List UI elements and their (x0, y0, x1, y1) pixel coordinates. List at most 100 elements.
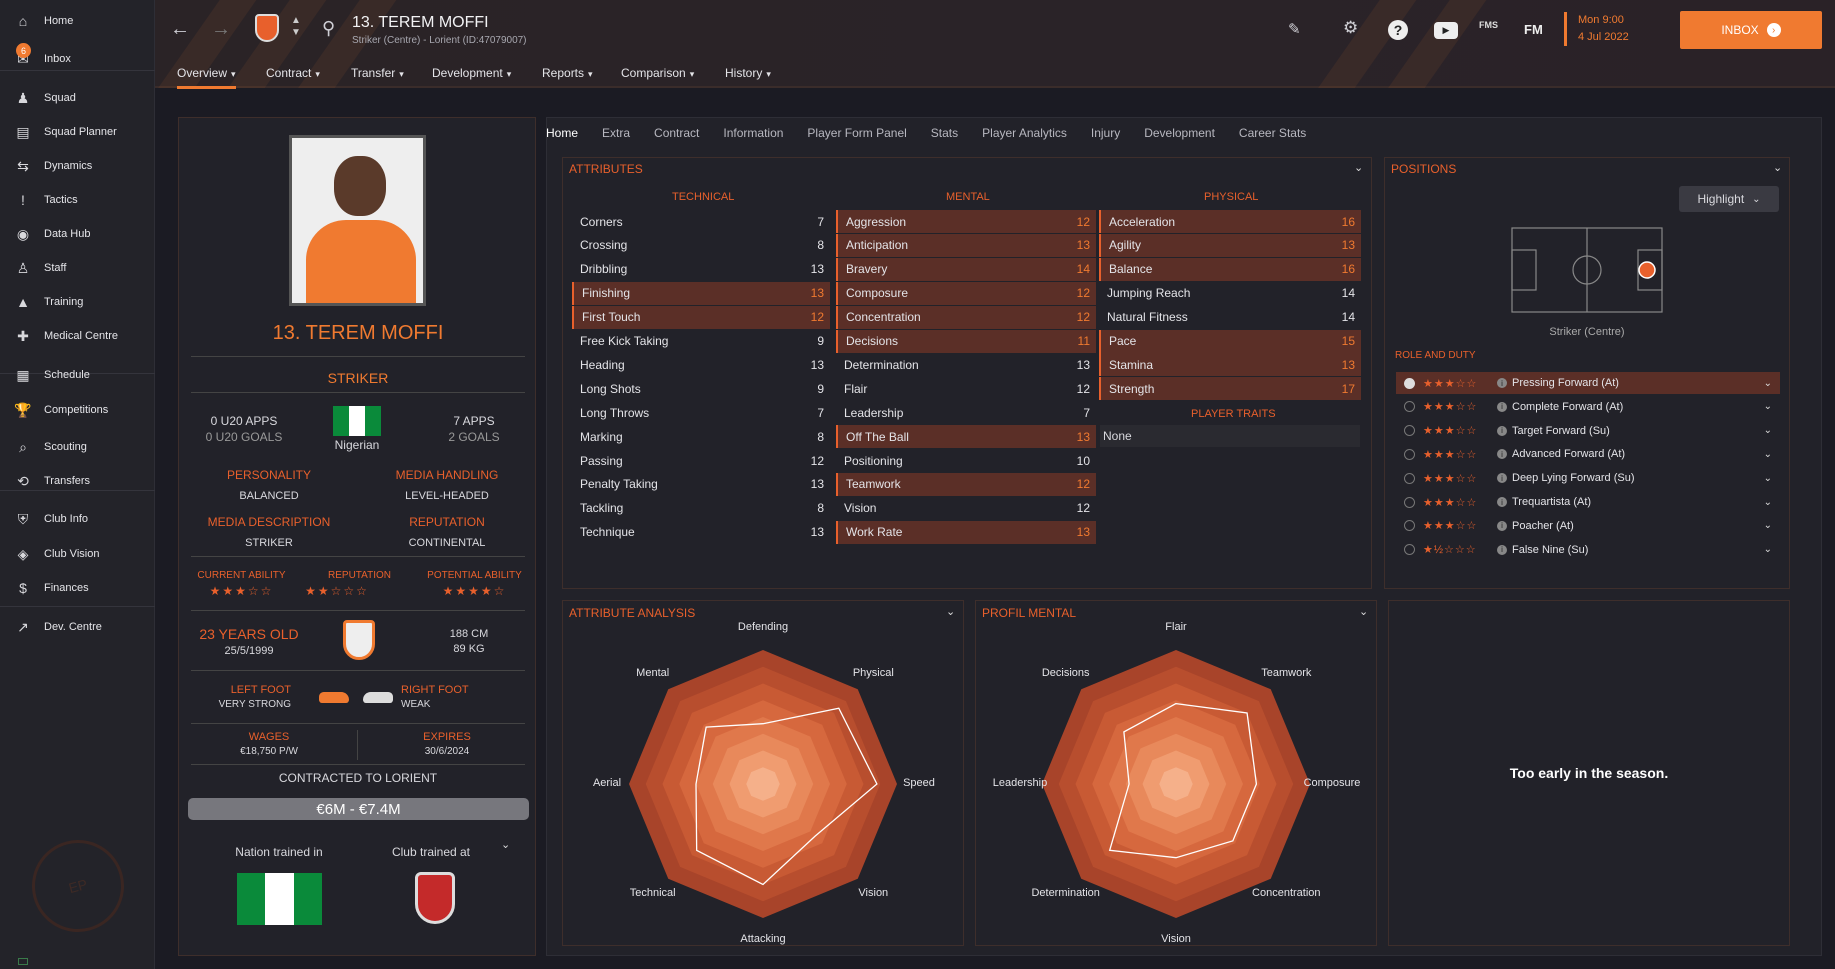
tab-player-form-panel[interactable]: Player Form Panel (807, 126, 906, 152)
sidebar-item-scouting[interactable]: ⌕ Scouting (0, 432, 155, 462)
attribute-row[interactable]: Heading 13 (572, 353, 830, 376)
menu-contract[interactable]: Contract ▾ (266, 66, 320, 80)
attribute-row[interactable]: Long Throws 7 (572, 401, 830, 424)
sidebar-item-competitions[interactable]: 🏆 Competitions (0, 395, 155, 425)
sidebar-item-schedule[interactable]: ▦ Schedule (0, 360, 155, 390)
value-bar[interactable]: €6M - €7.4M (188, 798, 529, 820)
tab-information[interactable]: Information (723, 126, 783, 152)
role-row[interactable]: ★★★☆☆ i Target Forward (Su) ⌄ (1396, 420, 1780, 442)
role-radio[interactable] (1404, 520, 1415, 532)
attribute-row[interactable]: Tackling 8 (572, 497, 830, 520)
info-icon[interactable]: i (1497, 544, 1507, 555)
attribute-row[interactable]: Decisions 11 (836, 329, 1096, 353)
tab-contract[interactable]: Contract (654, 126, 699, 152)
attribute-row[interactable]: Determination 13 (836, 353, 1096, 376)
chevron-down-icon[interactable]: ⌄ (1764, 378, 1772, 389)
attribute-row[interactable]: Passing 12 (572, 449, 830, 472)
role-radio[interactable] (1404, 496, 1415, 508)
menu-comparison[interactable]: Comparison ▾ (621, 66, 694, 80)
youtube-icon[interactable]: ▶ (1434, 22, 1458, 39)
info-icon[interactable]: i (1497, 449, 1507, 460)
attribute-row[interactable]: Technique 13 (572, 521, 830, 544)
sidebar-item-staff[interactable]: ♙ Staff (0, 253, 155, 283)
attribute-row[interactable]: Penalty Taking 13 (572, 473, 830, 496)
inbox-button[interactable]: INBOX › (1680, 11, 1822, 49)
attribute-row[interactable]: Finishing 13 (572, 281, 830, 305)
player-switch-icon[interactable]: ▲ ▼ (291, 15, 301, 39)
fms-icon[interactable]: FMS (1479, 20, 1498, 30)
highlight-dropdown[interactable]: Highlight ⌄ (1679, 186, 1779, 212)
role-radio[interactable] (1404, 377, 1415, 389)
chevron-down-icon[interactable]: ⌄ (1764, 473, 1772, 484)
chevron-down-icon[interactable]: ⌄ (1764, 401, 1772, 412)
tab-stats[interactable]: Stats (931, 126, 958, 152)
attributes-chevron-icon[interactable]: ⌄ (1354, 161, 1363, 174)
analysis-chevron-icon[interactable]: ⌄ (946, 605, 955, 618)
role-row[interactable]: ★★★☆☆ i Poacher (At) ⌄ (1396, 515, 1780, 537)
attribute-row[interactable]: Vision 12 (836, 497, 1096, 520)
attribute-row[interactable]: Work Rate 13 (836, 520, 1096, 544)
tab-home[interactable]: Home (546, 126, 578, 152)
menu-development[interactable]: Development ▾ (432, 66, 511, 80)
fm-icon[interactable]: FM (1524, 22, 1543, 37)
chevron-down-icon[interactable]: ⌄ (1764, 497, 1772, 508)
role-row[interactable]: ★★★☆☆ i Trequartista (At) ⌄ (1396, 491, 1780, 513)
tab-player-analytics[interactable]: Player Analytics (982, 126, 1067, 152)
mental-chevron-icon[interactable]: ⌄ (1359, 605, 1368, 618)
role-radio[interactable] (1404, 448, 1415, 460)
tab-extra[interactable]: Extra (602, 126, 630, 152)
menu-reports[interactable]: Reports ▾ (542, 66, 593, 80)
info-icon[interactable]: i (1497, 497, 1507, 507)
tab-injury[interactable]: Injury (1091, 126, 1120, 152)
attribute-row[interactable]: Dribbling 13 (572, 258, 830, 281)
attribute-row[interactable]: Jumping Reach 14 (1099, 282, 1361, 305)
attribute-row[interactable]: Bravery 14 (836, 257, 1096, 281)
role-radio[interactable] (1404, 544, 1415, 556)
attribute-row[interactable]: Acceleration 16 (1099, 210, 1361, 233)
chevron-down-icon[interactable]: ⌄ (501, 838, 510, 851)
attribute-row[interactable]: Marking 8 (572, 425, 830, 448)
attribute-row[interactable]: Concentration 12 (836, 305, 1096, 329)
back-arrow-icon[interactable]: ← (170, 18, 190, 41)
menu-overview[interactable]: Overview ▾ (177, 66, 236, 89)
attribute-row[interactable]: Free Kick Taking 9 (572, 330, 830, 353)
sidebar-item-medical-centre[interactable]: ✚ Medical Centre (0, 321, 155, 351)
attribute-row[interactable]: Flair 12 (836, 377, 1096, 400)
sidebar-item-squad[interactable]: ♟ Squad (0, 83, 155, 113)
edit-icon[interactable]: ✎ (1288, 20, 1301, 38)
role-row[interactable]: ★★★☆☆ i Advanced Forward (At) ⌄ (1396, 443, 1780, 465)
info-icon[interactable]: i (1497, 520, 1507, 531)
menu-transfer[interactable]: Transfer ▾ (351, 66, 404, 80)
positions-chevron-icon[interactable]: ⌄ (1773, 161, 1782, 174)
game-date[interactable]: Mon 9:00 4 Jul 2022 (1578, 12, 1629, 46)
sidebar-item-squad-planner[interactable]: ▤ Squad Planner (0, 117, 155, 147)
role-radio[interactable] (1404, 472, 1415, 484)
attribute-row[interactable]: Teamwork 12 (836, 472, 1096, 496)
sidebar-item-tactics[interactable]: ! Tactics (0, 185, 155, 215)
sidebar-item-club-vision[interactable]: ◈ Club Vision (0, 539, 155, 569)
steam-icon[interactable]: ⚙ (1343, 18, 1358, 38)
sidebar-item-dev-centre[interactable]: ↗ Dev. Centre (0, 612, 155, 642)
attribute-row[interactable]: Strength 17 (1099, 377, 1361, 401)
attribute-row[interactable]: Agility 13 (1099, 233, 1361, 257)
attribute-row[interactable]: Natural Fitness 14 (1099, 306, 1361, 329)
role-row[interactable]: ★★★☆☆ i Pressing Forward (At) ⌄ (1396, 372, 1780, 394)
sidebar-item-club-info[interactable]: ⛨ Club Info (0, 504, 155, 534)
chevron-down-icon[interactable]: ⌄ (1764, 544, 1772, 555)
search-icon[interactable]: ⚲ (322, 18, 335, 39)
help-icon[interactable]: ? (1388, 20, 1408, 40)
info-icon[interactable]: i (1497, 401, 1507, 412)
attribute-row[interactable]: Positioning 10 (836, 449, 1096, 472)
attribute-row[interactable]: Off The Ball 13 (836, 425, 1096, 449)
sidebar-item-training[interactable]: ▲ Training (0, 287, 155, 317)
attribute-row[interactable]: Aggression 12 (836, 210, 1096, 233)
role-row[interactable]: ★½☆☆☆ i False Nine (Su) ⌄ (1396, 539, 1780, 561)
sidebar-item-home[interactable]: ⌂ Home (0, 6, 155, 36)
chevron-down-icon[interactable]: ⌄ (1764, 425, 1772, 436)
attribute-row[interactable]: Stamina 13 (1099, 353, 1361, 377)
forward-arrow-icon[interactable]: → (211, 18, 231, 41)
role-row[interactable]: ★★★☆☆ i Deep Lying Forward (Su) ⌄ (1396, 467, 1780, 489)
attribute-row[interactable]: Balance 16 (1099, 257, 1361, 281)
attribute-row[interactable]: First Touch 12 (572, 305, 830, 329)
club-crest-icon[interactable] (255, 14, 279, 42)
